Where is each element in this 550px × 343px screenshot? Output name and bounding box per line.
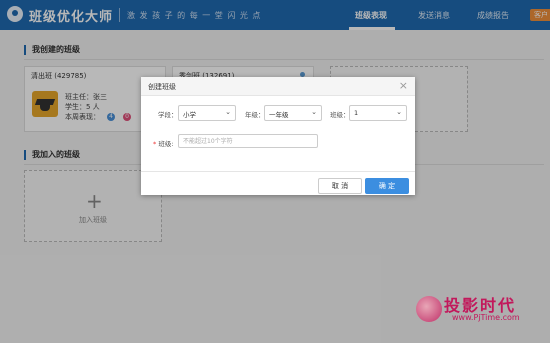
stage-value: 小学	[183, 111, 196, 119]
class-name-label-text: 班级:	[156, 140, 174, 148]
dialog-title: 创建班级	[148, 83, 176, 91]
grade-value: 一年级	[269, 111, 289, 119]
cancel-button[interactable]: 取 消	[318, 178, 362, 194]
grade-label: 年级：	[245, 111, 265, 119]
class-number-value: 1	[354, 109, 359, 117]
dialog-header: 创建班级 ×	[141, 77, 415, 96]
stage-label: 学段：	[158, 111, 178, 119]
stage-select[interactable]: 小学 ⌄	[178, 105, 236, 121]
class-number-select[interactable]: 1 ⌄	[349, 105, 407, 121]
grade-select[interactable]: 一年级 ⌄	[264, 105, 322, 121]
watermark-url: www.PjTime.com	[452, 313, 520, 322]
class-name-input[interactable]	[178, 134, 318, 148]
dialog-footer-divider	[141, 171, 415, 172]
class-name-label: * 班级:	[153, 138, 174, 148]
confirm-button[interactable]: 确 定	[365, 178, 409, 194]
chevron-down-icon: ⌄	[225, 108, 231, 116]
chevron-down-icon: ⌄	[311, 108, 317, 116]
watermark-logo-icon	[416, 296, 442, 322]
create-class-dialog: 创建班级 × 学段： 小学 ⌄ 年级： 一年级 ⌄ 班级： 1 ⌄ * 班级: …	[141, 77, 415, 195]
close-icon[interactable]: ×	[399, 79, 408, 92]
chevron-down-icon: ⌄	[396, 108, 402, 116]
class-label: 班级：	[330, 111, 350, 119]
